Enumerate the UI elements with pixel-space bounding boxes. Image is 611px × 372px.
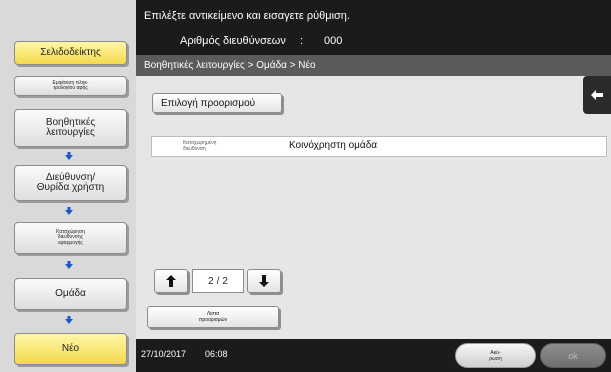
registered-address-value: Κοινόχρηστη ομάδα: [289, 140, 378, 151]
arrow-down-icon: [63, 150, 75, 162]
page-up-button[interactable]: [154, 269, 188, 293]
cancel-label: Ακύ- ρωση: [489, 349, 502, 362]
sidebar-item-label: Βοηθητικές λειτουργίες: [45, 116, 96, 138]
destination-list-button[interactable]: Λίστα προορισμών: [147, 306, 279, 328]
select-destination-label: Επιλογή προορισμού: [161, 97, 256, 109]
address-count-label: Αριθμός διευθύνσεων: [180, 35, 286, 47]
arrow-up-icon: [166, 275, 176, 287]
page-total: 2: [222, 275, 228, 287]
arrow-down-icon: [63, 205, 75, 217]
touch-keyboard-label: Εμφάνιση πληκ- τρολογίου αφής: [52, 79, 89, 91]
arrow-down-icon: [63, 314, 75, 326]
sidebar-item-label: Διεύθυνση/ Θυρίδα χρήστη: [36, 171, 105, 193]
ok-label: ok: [568, 350, 578, 361]
page-separator: /: [216, 275, 220, 287]
sidebar-item-address-user-box[interactable]: Διεύθυνση/ Θυρίδα χρήστη: [14, 165, 127, 201]
destination-list-label: Λίστα προορισμών: [198, 311, 228, 323]
registered-address-label: Καταχωρημένη διεύθυνση: [183, 140, 217, 152]
sidebar-item-label: Νέο: [61, 342, 80, 354]
touch-keyboard-button[interactable]: Εμφάνιση πληκ- τρολογίου αφής: [14, 76, 127, 96]
ok-button[interactable]: ok: [540, 343, 606, 368]
page-indicator: 2 / 2: [192, 269, 244, 293]
page-down-button[interactable]: [247, 269, 281, 293]
address-count-separator: :: [300, 35, 304, 47]
sidebar-item-new[interactable]: Νέο: [14, 333, 127, 365]
sidebar-item-label: Καταχώρηση διεύθυνσης εφαρμογής: [56, 229, 85, 246]
address-count-value: 000: [324, 35, 343, 47]
select-destination-button[interactable]: Επιλογή προορισμού: [152, 93, 282, 113]
sidebar: Σελιδοδείκτης Εμφάνιση πληκ- τρολογίου α…: [0, 0, 136, 372]
back-button[interactable]: [583, 76, 611, 114]
bookmark-button[interactable]: Σελιδοδείκτης: [14, 41, 127, 65]
sidebar-item-address-registration[interactable]: Καταχώρηση διεύθυνσης εφαρμογής: [14, 222, 127, 254]
arrow-down-icon: [259, 275, 269, 287]
bookmark-label: Σελιδοδείκτης: [40, 46, 101, 58]
sidebar-item-utility[interactable]: Βοηθητικές λειτουργίες: [14, 109, 127, 147]
sidebar-item-label: Ομάδα: [55, 287, 86, 299]
arrow-down-icon: [63, 259, 75, 271]
sidebar-item-group[interactable]: Ομάδα: [14, 278, 127, 310]
breadcrumb: Βοηθητικές λειτουργίες > Ομάδα > Νέο: [136, 55, 611, 76]
date-display: 27/10/2017: [141, 349, 187, 359]
screen: Σελιδοδείκτης Εμφάνιση πληκ- τρολογίου α…: [0, 0, 611, 372]
cancel-button[interactable]: Ακύ- ρωση: [455, 343, 536, 368]
back-arrow-icon: [591, 90, 603, 100]
time-display: 06:08: [205, 349, 228, 359]
instruction-message: Επιλέξτε αντικείμενο και εισαγετε ρύθμισ…: [144, 10, 350, 22]
